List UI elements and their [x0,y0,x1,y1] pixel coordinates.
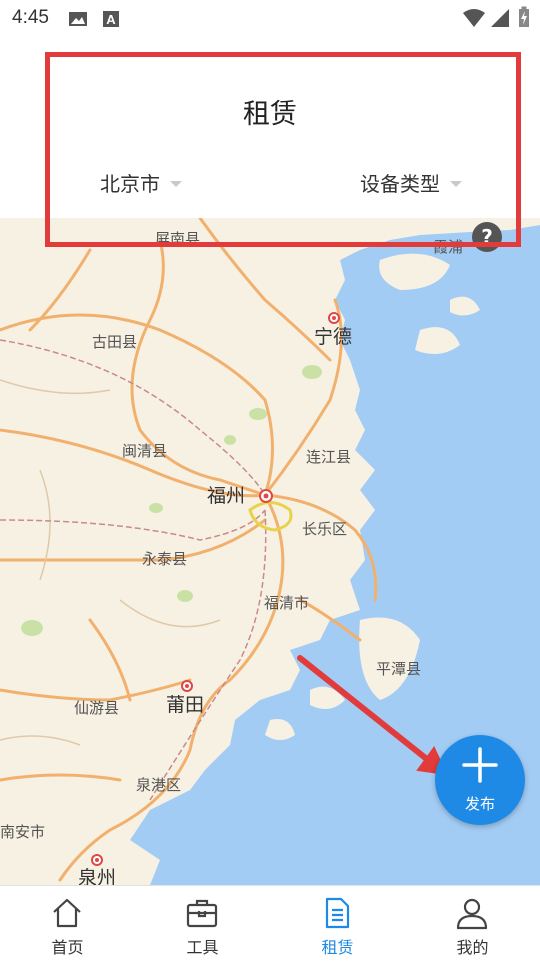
help-button[interactable]: ? [472,222,502,252]
map-label-yongtai: 永泰县 [142,550,187,568]
map-label-quanzhou: 泉州 [78,867,116,885]
signal-icon [491,9,509,27]
map-label-gutian: 古田县 [92,333,137,351]
tab-rental[interactable]: 租赁 [270,886,405,961]
map-label-xianyou: 仙游县 [74,699,119,717]
user-icon [456,898,488,930]
home-icon [53,898,81,928]
status-bar: 4:45 A [0,0,540,36]
tab-mine[interactable]: 我的 [405,886,540,961]
plus-icon [462,747,498,783]
publish-button-label: 发布 [464,795,495,813]
map-label-xiapu: 霞浦 [433,238,463,256]
map-label-lianjiang: 连江县 [306,448,351,466]
header: 租赁 北京市 设备类型 [0,36,540,218]
tab-tools-label: 工具 [186,938,219,957]
map-label-putian: 莆田 [166,694,204,716]
gallery-icon [69,12,87,26]
toolbox-icon [186,899,218,928]
font-a-icon: A [103,11,119,27]
status-time: 4:45 [12,7,49,28]
wifi-icon [463,9,485,27]
tab-home[interactable]: 首页 [0,886,135,961]
tab-tools[interactable]: 工具 [135,886,270,961]
map-label-pingtan: 平潭县 [376,660,421,678]
city-dropdown-label: 北京市 [100,172,160,196]
map-label-pingnan: 屏南县 [155,230,200,248]
svg-text:A: A [106,12,116,27]
map-label-nanan: 南安市 [0,823,45,841]
tab-rental-label: 租赁 [321,938,354,957]
city-dropdown[interactable]: 北京市 [100,168,182,197]
map-label-quangang: 泉港区 [136,776,181,794]
tab-mine-label: 我的 [456,938,489,957]
map-label-changle: 长乐区 [302,520,347,538]
page-title: 租赁 [243,99,297,130]
tab-home-label: 首页 [51,938,84,957]
chevron-down-icon [450,180,462,187]
bottom-tab-bar: 首页 工具 租赁 我的 [0,885,540,961]
document-icon [325,897,350,929]
map-label-fuzhou: 福州 [207,485,245,507]
battery-charging-icon [519,6,529,27]
chevron-down-icon [170,180,182,187]
equipment-type-dropdown[interactable]: 设备类型 [360,168,462,197]
map-label-ningde: 宁德 [314,326,352,348]
map-label-fuqing: 福清市 [264,594,309,612]
help-icon: ? [481,225,493,249]
publish-button[interactable]: 发布 [435,735,525,825]
equipment-type-dropdown-label: 设备类型 [360,172,440,196]
map-label-minqing: 闽清县 [122,442,167,460]
